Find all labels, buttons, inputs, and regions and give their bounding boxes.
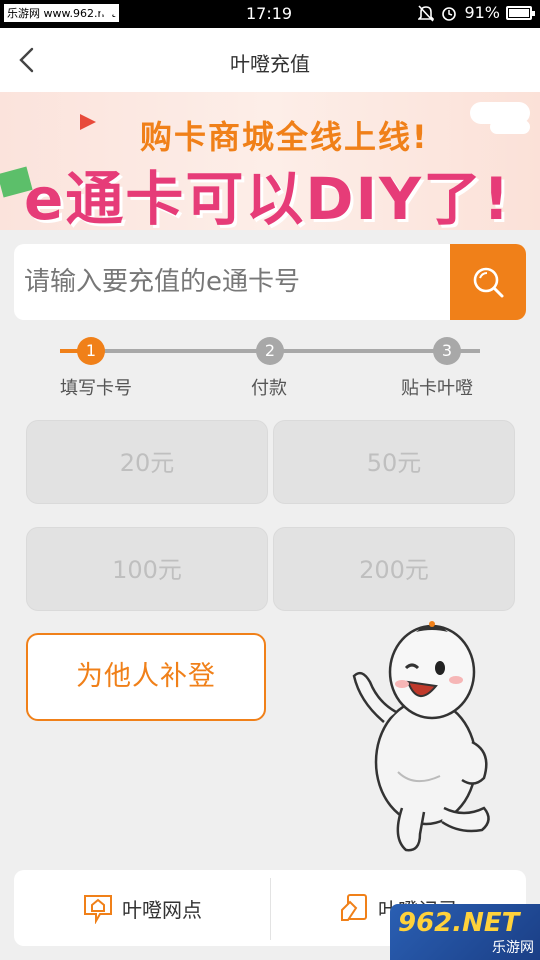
card-number-search <box>14 244 526 320</box>
card-number-input[interactable] <box>14 244 450 320</box>
amount-option-20[interactable]: 20元 <box>26 420 268 504</box>
clock: 17:19 <box>246 4 293 23</box>
watermark-logo-subtext: 乐游网 <box>492 940 534 956</box>
search-button[interactable] <box>450 244 526 320</box>
wifi-icon <box>100 7 116 20</box>
step-3-label: 贴卡叶噔 <box>401 378 473 399</box>
outlets-label: 叶噔网点 <box>122 897 202 922</box>
banner-subheadline: e通卡可以DIY了! <box>24 165 512 230</box>
search-icon <box>473 267 504 298</box>
amount-option-100[interactable]: 100元 <box>26 527 268 611</box>
step-1-label: 填写卡号 <box>60 378 132 399</box>
step-1-dot: 1 <box>77 337 105 365</box>
mute-icon <box>418 4 435 22</box>
progress-steps: 1 2 3 填写卡号 付款 贴卡叶噔 <box>0 334 540 404</box>
site-watermark-logo: 962.NET 乐游网 <box>390 904 540 960</box>
watermark-logo-text: 962.NET <box>398 908 520 938</box>
title-bar: 叶噔充值 <box>0 28 540 92</box>
amount-option-200[interactable]: 200元 <box>273 527 515 611</box>
step-3-dot: 3 <box>433 337 461 365</box>
recharge-for-others-button[interactable]: 为他人补登 <box>26 633 266 721</box>
location-house-icon <box>84 895 112 924</box>
mascot-illustration <box>352 621 490 852</box>
amount-option-50[interactable]: 50元 <box>273 420 515 504</box>
step-2-dot: 2 <box>256 337 284 365</box>
status-bar: 乐游网 www.962.net 17:19 91% <box>0 0 540 28</box>
card-record-icon <box>341 894 367 921</box>
promo-banner[interactable]: 购卡商城全线上线! e通卡可以DIY了! <box>0 92 540 230</box>
battery-icon <box>506 5 535 20</box>
alarm-icon <box>442 6 457 21</box>
outlets-button[interactable]: 叶噔网点 <box>14 870 270 946</box>
battery-percent: 91% <box>464 3 500 22</box>
flag-decoration <box>80 114 96 130</box>
step-2-label: 付款 <box>251 378 287 399</box>
page-title: 叶噔充值 <box>230 52 310 76</box>
cloud-decoration <box>490 120 530 134</box>
